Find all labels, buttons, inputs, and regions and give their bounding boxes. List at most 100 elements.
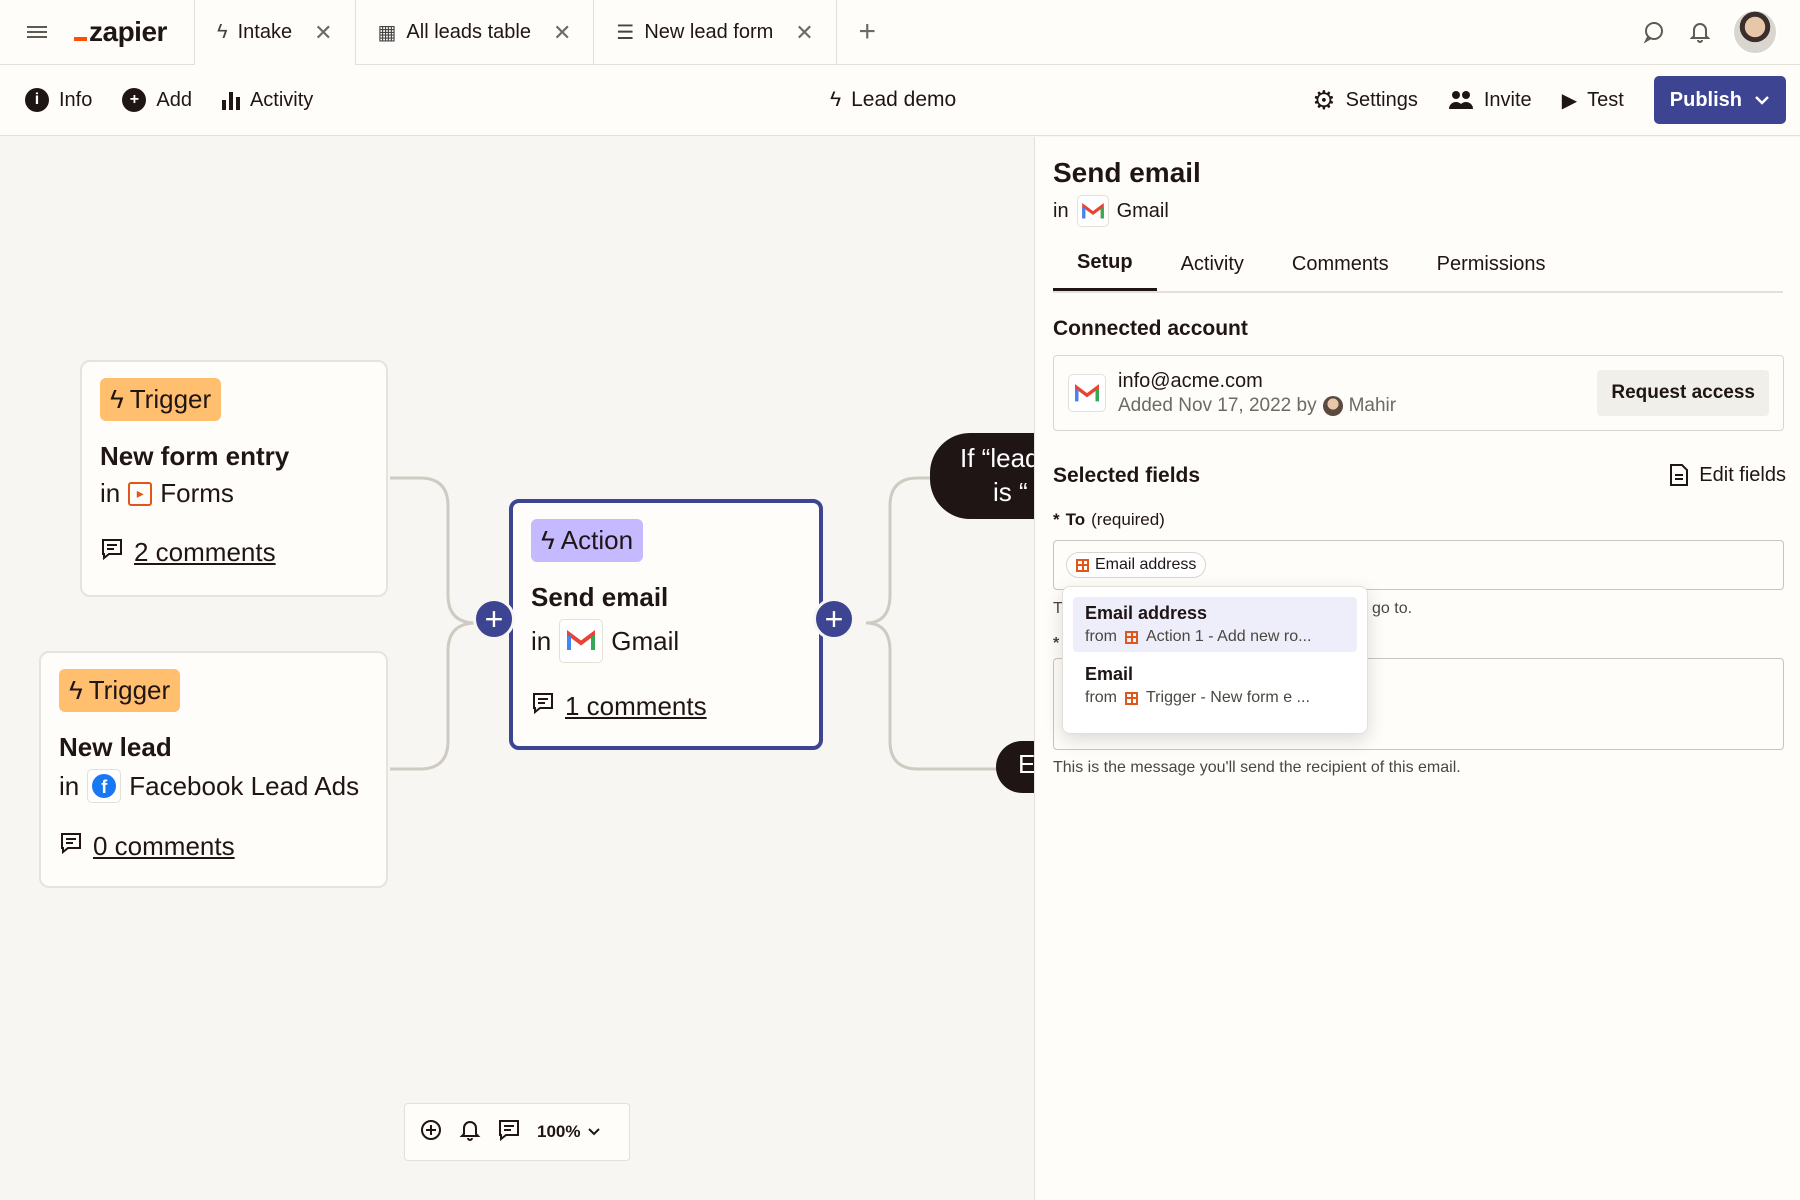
mapped-field-chip[interactable]: Email address <box>1066 552 1207 578</box>
info-icon: i <box>25 88 49 112</box>
comment-icon[interactable] <box>497 1118 521 1147</box>
comments-label: 2 comments <box>134 537 276 567</box>
in-label: in <box>59 770 80 801</box>
gmail-icon <box>1068 374 1106 412</box>
editor-toolbar: i Info + Add Activity ϟ Lead demo ⚙ Sett… <box>0 65 1800 136</box>
suggestion-name: Email address <box>1085 603 1208 623</box>
facebook-icon: f <box>87 769 122 803</box>
tab-label: All leads table <box>406 21 531 43</box>
in-label: in <box>531 625 552 656</box>
bell-icon[interactable] <box>459 1118 481 1147</box>
trigger-badge: ϟ Trigger <box>59 669 181 712</box>
comment-icon <box>100 537 124 568</box>
in-label: in <box>1053 199 1069 222</box>
publish-button[interactable]: Publish <box>1653 76 1786 124</box>
suggestion-item[interactable]: Email from Trigger - New form e ... <box>1073 658 1357 713</box>
bar-chart-icon <box>221 90 240 110</box>
suggestion-name: Email <box>1085 664 1134 684</box>
add-step-button[interactable]: + <box>473 598 515 640</box>
gmail-icon <box>559 619 604 663</box>
comments-link[interactable]: 0 comments <box>59 831 368 862</box>
add-button[interactable]: + Add <box>122 88 192 112</box>
workflow-canvas[interactable]: ϟ Trigger New form entry in ▸ Forms 2 co… <box>0 137 1034 1200</box>
user-avatar[interactable] <box>1732 9 1778 55</box>
to-helper-text: go to. <box>1372 600 1413 617</box>
edit-fields-button[interactable]: Edit fields <box>1669 463 1786 487</box>
app-label: Facebook Lead Ads <box>129 770 360 801</box>
trigger-node-form[interactable]: ϟ Trigger New form entry in ▸ Forms 2 co… <box>80 360 388 597</box>
account-added: Added Nov 17, 2022 by <box>1118 394 1317 416</box>
zoom-level-select[interactable]: 100% <box>537 1122 601 1142</box>
to-label: To <box>1065 510 1086 529</box>
action-node-send-email[interactable]: ϟ Action Send email in Gmail 1 comments <box>509 499 823 750</box>
gmail-icon <box>1076 195 1109 227</box>
activity-button[interactable]: Activity <box>221 89 313 112</box>
canvas-controls: 100% <box>404 1103 630 1161</box>
invite-label: Invite <box>1483 88 1532 111</box>
tab-permissions[interactable]: Permissions <box>1413 237 1570 291</box>
plus-circle-icon: + <box>122 88 147 112</box>
bolt-icon: ϟ <box>69 675 83 705</box>
add-label: Add <box>156 88 192 111</box>
zoom-in-icon[interactable] <box>419 1118 443 1147</box>
account-user: Mahir <box>1348 394 1397 416</box>
required-label: (required) <box>1091 510 1165 529</box>
app-label: Forms <box>160 478 234 508</box>
play-icon: ▶ <box>1561 89 1578 112</box>
tab-label: New lead form <box>644 21 774 43</box>
menu-icon[interactable] <box>0 0 74 64</box>
bolt-icon: ϟ <box>830 88 842 111</box>
field-suggestions-dropdown: Email address from Action 1 - Add new ro… <box>1062 586 1368 734</box>
tab-comments[interactable]: Comments <box>1268 237 1413 291</box>
edit-fields-label: Edit fields <box>1699 463 1786 486</box>
comments-link[interactable]: 1 comments <box>531 691 801 722</box>
trigger-node-facebook[interactable]: ϟ Trigger New lead in f Facebook Lead Ad… <box>39 651 388 888</box>
app-label: Gmail <box>1116 199 1169 222</box>
tab-all-leads-table[interactable]: ▦ All leads table ✕ <box>354 0 594 65</box>
comment-icon <box>59 831 83 862</box>
invite-button[interactable]: Invite <box>1448 89 1532 112</box>
bell-icon[interactable] <box>1686 18 1714 46</box>
bolt-icon: ϟ <box>217 21 228 43</box>
avatar <box>1322 395 1343 416</box>
request-access-button[interactable]: Request access <box>1597 370 1769 416</box>
comments-label: 1 comments <box>565 691 707 721</box>
chevron-down-icon[interactable] <box>1754 95 1770 105</box>
test-button[interactable]: ▶ Test <box>1562 88 1624 113</box>
close-icon[interactable]: ✕ <box>314 20 332 46</box>
close-icon[interactable]: ✕ <box>553 20 571 46</box>
chevron-down-icon <box>588 1128 601 1136</box>
tab-label: Intake <box>237 21 293 43</box>
message-helper-text: This is the message you'll send the reci… <box>1053 759 1461 776</box>
close-icon[interactable]: ✕ <box>795 20 813 46</box>
new-tab-button[interactable]: + <box>835 0 898 64</box>
comments-link[interactable]: 2 comments <box>100 537 368 568</box>
required-asterisk: * <box>1053 635 1060 652</box>
to-input[interactable]: Email address <box>1053 540 1784 590</box>
in-label: in <box>100 478 121 508</box>
tab-activity[interactable]: Activity <box>1157 237 1268 291</box>
chat-icon[interactable] <box>1640 18 1668 46</box>
to-field-label: * To (required) <box>1053 510 1165 529</box>
tab-setup[interactable]: Setup <box>1053 237 1157 291</box>
settings-button[interactable]: ⚙ Settings <box>1312 85 1418 116</box>
gear-icon: ⚙ <box>1312 84 1336 115</box>
tab-new-lead-form[interactable]: ☰ New lead form ✕ <box>593 0 835 65</box>
add-step-button[interactable]: + <box>813 598 855 640</box>
badge-label: Action <box>560 525 634 555</box>
info-label: Info <box>59 88 93 111</box>
tab-intake[interactable]: ϟ Intake ✕ <box>194 0 355 65</box>
branch-condition-pill[interactable]: If “lead is “ <box>930 433 1034 519</box>
info-button[interactable]: i Info <box>25 88 92 112</box>
document-icon <box>1670 464 1689 486</box>
node-title: New lead <box>59 732 172 762</box>
table-icon <box>1125 691 1138 705</box>
zapier-logo[interactable]: zapier <box>74 0 194 64</box>
branch-label: If “lead <box>960 443 1034 473</box>
badge-label: Trigger <box>129 384 212 414</box>
test-label: Test <box>1587 88 1624 111</box>
settings-label: Settings <box>1345 88 1418 111</box>
zap-name[interactable]: ϟ Lead demo <box>830 88 956 112</box>
suggestion-item[interactable]: Email address from Action 1 - Add new ro… <box>1073 597 1357 652</box>
chip-label: Email address <box>1095 556 1197 573</box>
